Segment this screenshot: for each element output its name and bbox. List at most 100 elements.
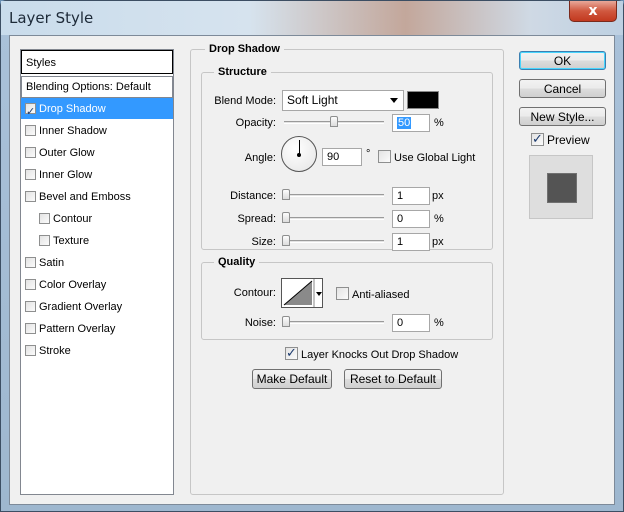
opacity-input[interactable]: 50 bbox=[392, 114, 430, 132]
blend-mode-select[interactable]: Soft Light bbox=[282, 90, 404, 111]
distance-slider-thumb[interactable] bbox=[282, 189, 290, 200]
style-item-label: Inner Glow bbox=[39, 169, 93, 181]
size-slider[interactable] bbox=[284, 240, 384, 243]
spread-slider[interactable] bbox=[284, 217, 384, 220]
anti-aliased-checkbox[interactable]: Anti-aliased bbox=[336, 287, 409, 301]
layer-style-dialog: Layer Style x Styles Blending Options: D… bbox=[0, 0, 624, 512]
style-item-pattern-overlay[interactable]: Pattern Overlay bbox=[21, 318, 173, 340]
spread-value: 0 bbox=[397, 213, 404, 225]
style-checkbox[interactable] bbox=[25, 101, 36, 123]
size-value: 1 bbox=[397, 236, 404, 248]
style-checkbox[interactable] bbox=[25, 125, 36, 136]
angle-unit: ° bbox=[366, 148, 371, 160]
noise-value: 0 bbox=[397, 317, 404, 329]
style-item-label: Gradient Overlay bbox=[39, 301, 123, 313]
style-item-label: Color Overlay bbox=[39, 279, 107, 291]
blending-options-item[interactable]: Blending Options: Default bbox=[21, 76, 173, 98]
size-unit: px bbox=[432, 236, 444, 248]
spread-label: Spread: bbox=[237, 213, 276, 225]
style-item-outer-glow[interactable]: Outer Glow bbox=[21, 142, 173, 164]
blend-mode-value: Soft Light bbox=[287, 93, 338, 107]
style-checkbox[interactable] bbox=[25, 301, 36, 312]
style-checkbox[interactable] bbox=[25, 147, 36, 158]
contour-preview-icon bbox=[283, 279, 322, 307]
style-item-label: Drop Shadow bbox=[39, 103, 106, 115]
noise-slider[interactable] bbox=[284, 321, 384, 324]
style-checkbox[interactable] bbox=[25, 279, 36, 290]
make-default-button[interactable]: Make Default bbox=[252, 369, 332, 389]
size-slider-thumb[interactable] bbox=[282, 235, 290, 246]
style-checkbox[interactable] bbox=[39, 235, 50, 246]
contour-picker[interactable] bbox=[281, 278, 323, 308]
anti-aliased-label: Anti-aliased bbox=[352, 289, 410, 301]
shadow-color-swatch[interactable] bbox=[407, 91, 439, 109]
preview-swatch bbox=[547, 173, 577, 203]
window-title: Layer Style bbox=[9, 9, 94, 27]
opacity-label: Opacity: bbox=[235, 117, 276, 129]
style-item-label: Texture bbox=[53, 235, 90, 247]
noise-input[interactable]: 0 bbox=[392, 314, 430, 332]
new-style-button[interactable]: New Style... bbox=[519, 107, 606, 126]
style-item-label: Bevel and Emboss bbox=[39, 191, 131, 203]
layer-knocks-out-label: Layer Knocks Out Drop Shadow bbox=[301, 349, 459, 361]
cancel-button[interactable]: Cancel bbox=[519, 79, 606, 98]
angle-input[interactable]: 90 bbox=[322, 148, 362, 166]
noise-unit: % bbox=[434, 317, 444, 329]
style-item-color-overlay[interactable]: Color Overlay bbox=[21, 274, 173, 296]
structure-title: Structure bbox=[214, 66, 271, 78]
quality-group: Quality Contour: Anti-aliased Noise: 0 % bbox=[201, 256, 493, 340]
size-input[interactable]: 1 bbox=[392, 233, 430, 251]
use-global-light-label: Use Global Light bbox=[394, 152, 476, 164]
styles-header[interactable]: Styles bbox=[21, 50, 173, 74]
contour-label: Contour: bbox=[233, 287, 276, 299]
opacity-slider-thumb[interactable] bbox=[330, 116, 338, 127]
layer-knocks-out-checkbox[interactable]: Layer Knocks Out Drop Shadow bbox=[285, 345, 459, 361]
reset-to-default-button[interactable]: Reset to Default bbox=[344, 369, 442, 389]
ok-button[interactable]: OK bbox=[519, 51, 606, 70]
style-item-label: Stroke bbox=[39, 345, 71, 357]
opacity-unit: % bbox=[434, 117, 444, 129]
style-checkbox[interactable] bbox=[39, 213, 50, 224]
style-item-label: Outer Glow bbox=[39, 147, 95, 159]
style-item-gradient-overlay[interactable]: Gradient Overlay bbox=[21, 296, 173, 318]
angle-dial[interactable] bbox=[281, 136, 317, 172]
anti-aliased-box[interactable] bbox=[336, 287, 349, 300]
style-item-drop-shadow[interactable]: Drop Shadow bbox=[21, 98, 173, 123]
drop-shadow-group-title: Drop Shadow bbox=[205, 43, 284, 55]
opacity-value: 50 bbox=[397, 117, 412, 129]
use-global-light-checkbox[interactable]: Use Global Light bbox=[378, 150, 475, 164]
preview-box[interactable] bbox=[531, 131, 544, 147]
style-checkbox[interactable] bbox=[25, 257, 36, 268]
distance-value: 1 bbox=[397, 190, 404, 202]
style-item-bevel-and-emboss[interactable]: Bevel and Emboss bbox=[21, 186, 173, 208]
blend-mode-label: Blend Mode: bbox=[214, 95, 276, 107]
distance-slider[interactable] bbox=[284, 194, 384, 197]
title-bar[interactable]: Layer Style x bbox=[1, 1, 623, 35]
style-item-stroke[interactable]: Stroke bbox=[21, 340, 173, 362]
layer-knocks-out-box[interactable] bbox=[285, 345, 298, 361]
spread-input[interactable]: 0 bbox=[392, 210, 430, 228]
style-checkbox[interactable] bbox=[25, 323, 36, 334]
style-checkbox[interactable] bbox=[25, 169, 36, 180]
close-icon: x bbox=[588, 3, 598, 19]
close-button[interactable]: x bbox=[569, 1, 617, 22]
distance-input[interactable]: 1 bbox=[392, 187, 430, 205]
preview-checkbox[interactable]: Preview bbox=[531, 131, 590, 147]
use-global-light-box[interactable] bbox=[378, 150, 391, 163]
style-item-inner-glow[interactable]: Inner Glow bbox=[21, 164, 173, 186]
distance-unit: px bbox=[432, 190, 444, 202]
noise-slider-thumb[interactable] bbox=[282, 316, 290, 327]
distance-label: Distance: bbox=[230, 190, 276, 202]
styles-list: Styles Blending Options: Default Drop Sh… bbox=[20, 49, 174, 495]
chevron-down-icon bbox=[390, 98, 398, 103]
spread-slider-thumb[interactable] bbox=[282, 212, 290, 223]
angle-label: Angle: bbox=[244, 152, 276, 164]
quality-title: Quality bbox=[214, 256, 260, 268]
style-checkbox[interactable] bbox=[25, 191, 36, 202]
style-checkbox[interactable] bbox=[25, 345, 36, 356]
preview-label: Preview bbox=[547, 133, 590, 147]
style-item-inner-shadow[interactable]: Inner Shadow bbox=[21, 120, 173, 142]
style-item-satin[interactable]: Satin bbox=[21, 252, 173, 274]
style-item-contour[interactable]: Contour bbox=[21, 208, 173, 230]
style-item-texture[interactable]: Texture bbox=[21, 230, 173, 252]
